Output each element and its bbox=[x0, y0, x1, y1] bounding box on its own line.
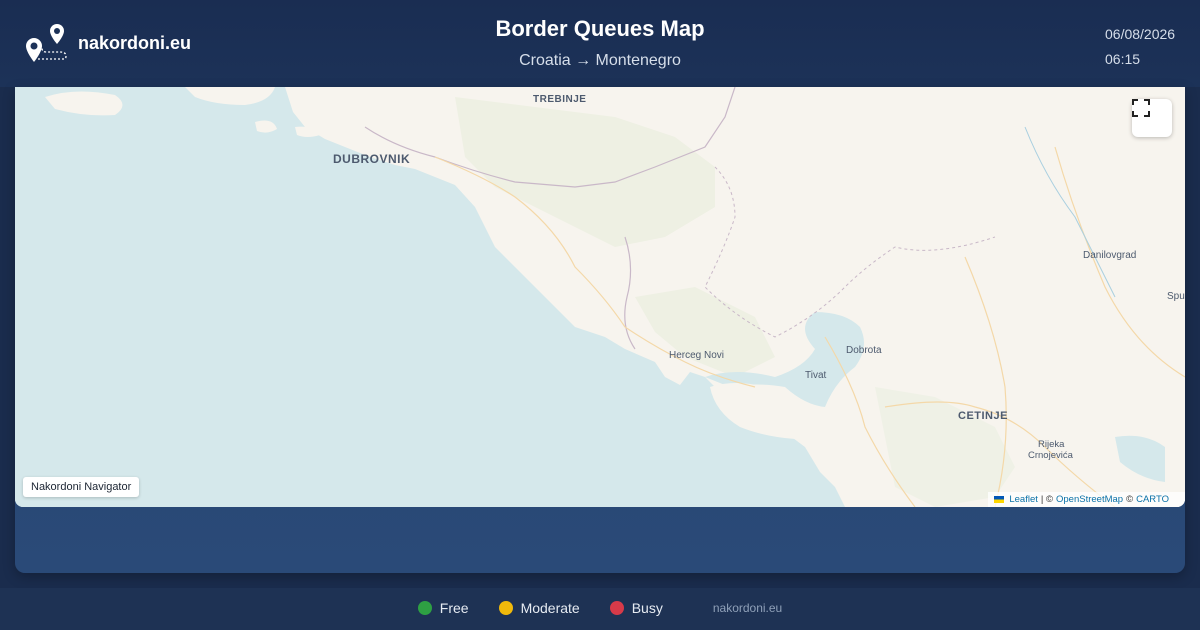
date-text: 06/08/2026 bbox=[1105, 26, 1176, 42]
place-cetinje: CETINJE bbox=[958, 410, 1008, 422]
place-rijeka-1: Rijeka bbox=[1038, 439, 1065, 450]
place-trebinje: TREBINJE bbox=[533, 94, 586, 105]
carto-link[interactable]: CARTO bbox=[1136, 494, 1169, 505]
legend-moderate: Moderate bbox=[498, 600, 580, 616]
place-herceg-novi: Herceg Novi bbox=[669, 350, 724, 361]
map-tiles[interactable]: TREBINJE DUBROVNIK Danilovgrad Spu Herce… bbox=[15, 87, 1185, 507]
legend-busy: Busy bbox=[609, 600, 663, 616]
fullscreen-icon bbox=[1132, 99, 1150, 117]
legend: Free Moderate Busy nakordoni.eu bbox=[0, 600, 1200, 616]
legend-free-label: Free bbox=[439, 600, 469, 616]
place-tivat: Tivat bbox=[805, 370, 827, 381]
place-danilovgrad: Danilovgrad bbox=[1083, 250, 1136, 261]
map-view[interactable]: TREBINJE DUBROVNIK Danilovgrad Spu Herce… bbox=[15, 87, 1185, 507]
ukraine-flag-icon bbox=[994, 496, 1005, 503]
place-dobrota: Dobrota bbox=[846, 345, 882, 356]
route-subtitle: Croatia → Montenegro bbox=[519, 52, 681, 69]
map-attribution: Leaflet | © OpenStreetMap © CARTO bbox=[988, 492, 1185, 507]
page-title: Border Queues Map bbox=[495, 16, 705, 41]
place-dubrovnik: DUBROVNIK bbox=[333, 152, 410, 166]
attribution-sep-1: | © bbox=[1040, 494, 1053, 505]
leaflet-link[interactable]: Leaflet bbox=[1009, 494, 1038, 505]
moderate-dot-icon bbox=[498, 601, 513, 615]
app-header: nakordoni.eu Border Queues Map Croatia →… bbox=[0, 0, 1200, 87]
fullscreen-button[interactable] bbox=[1132, 99, 1172, 137]
place-rijeka-2: Crnojevića bbox=[1028, 450, 1074, 461]
free-dot-icon bbox=[417, 601, 432, 615]
legend-free: Free bbox=[417, 600, 469, 616]
title-block: Border Queues Map Croatia → Montenegro bbox=[0, 16, 1200, 70]
datetime: 06/08/2026 06:15 bbox=[1105, 22, 1175, 72]
busy-dot-icon bbox=[609, 601, 624, 615]
time-text: 06:15 bbox=[1105, 51, 1141, 67]
place-spuz: Spu bbox=[1167, 291, 1185, 302]
osm-link[interactable]: OpenStreetMap bbox=[1056, 494, 1123, 505]
legend-busy-label: Busy bbox=[631, 600, 663, 616]
attribution-sep-2: © bbox=[1126, 494, 1134, 505]
legend-moderate-label: Moderate bbox=[520, 600, 580, 616]
navigator-badge[interactable]: Nakordoni Navigator bbox=[23, 477, 140, 497]
footer-site[interactable]: nakordoni.eu bbox=[713, 601, 782, 615]
